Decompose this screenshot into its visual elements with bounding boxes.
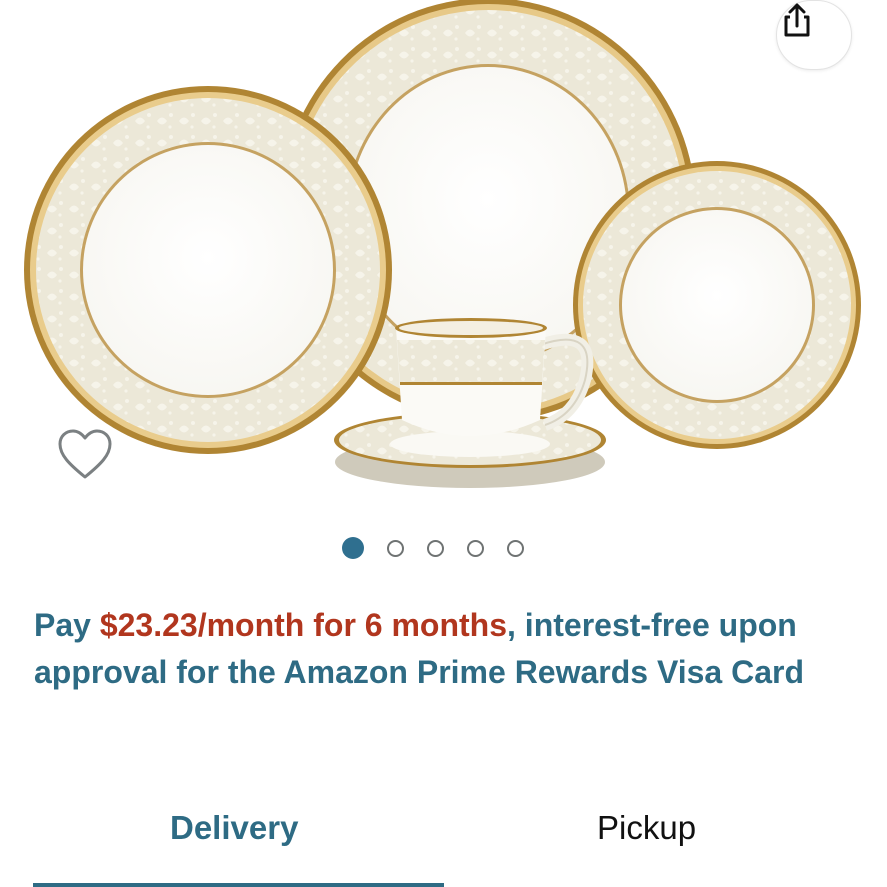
pagination-dot-4[interactable] — [467, 539, 484, 557]
tab-delivery[interactable]: Delivery — [170, 809, 298, 847]
promo-prefix: Pay — [34, 607, 100, 643]
dinnerware-place-setting-photo — [24, 0, 861, 488]
payment-promo-text[interactable]: Pay $23.23/month for 6 months, interest-… — [34, 602, 854, 696]
fulfillment-tabs: Delivery Pickup — [0, 795, 887, 887]
pagination-dot-3[interactable] — [427, 539, 444, 557]
tab-pickup[interactable]: Pickup — [597, 809, 696, 847]
add-to-wishlist-button[interactable] — [56, 428, 114, 482]
product-image-gallery[interactable] — [0, 0, 887, 520]
share-button[interactable] — [776, 0, 852, 70]
bread-plate-right — [573, 161, 861, 449]
pagination-dot-5[interactable] — [507, 539, 524, 557]
selected-tab-indicator — [33, 883, 444, 887]
image-pagination-dots — [342, 537, 524, 559]
promo-monthly-amount: $23.23/month for 6 months — [99, 607, 508, 643]
share-icon — [784, 3, 810, 37]
pagination-dot-1[interactable] — [342, 537, 364, 559]
pagination-dot-2[interactable] — [387, 539, 404, 557]
salad-plate-left — [24, 86, 392, 454]
heart-outline-icon — [58, 429, 112, 479]
